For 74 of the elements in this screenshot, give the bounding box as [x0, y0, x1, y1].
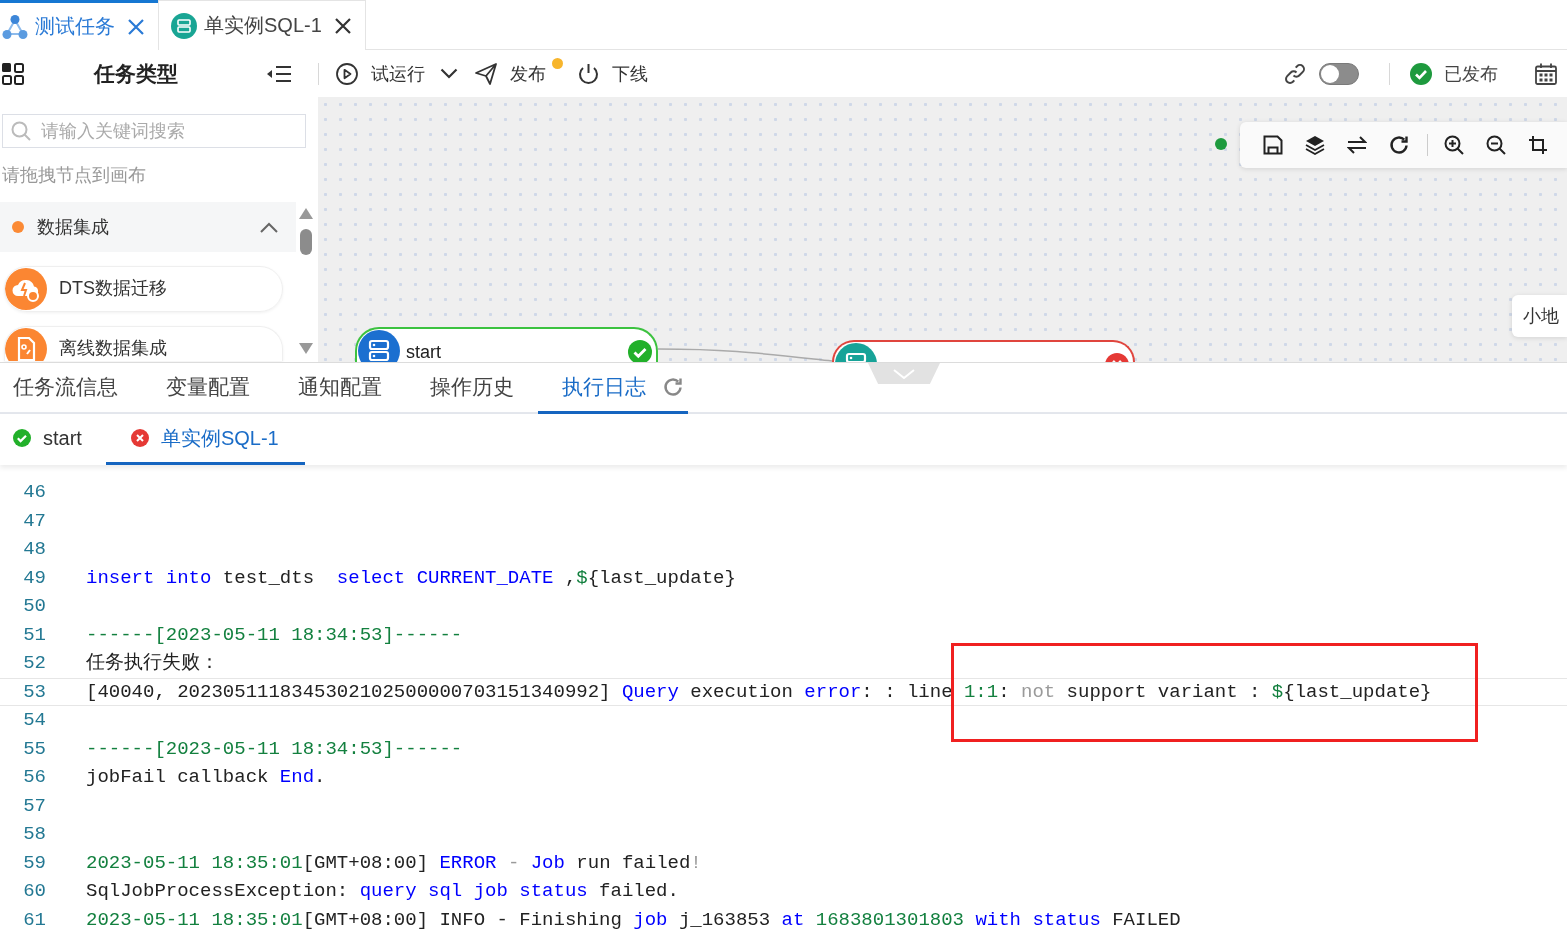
line-number: 51	[22, 622, 46, 648]
crop-icon[interactable]	[1528, 135, 1548, 155]
code-line: 任务执行失败：	[86, 651, 219, 676]
panel-tab[interactable]: 任务流信息	[0, 363, 142, 414]
play-icon	[336, 62, 358, 85]
line-number: 48	[22, 537, 46, 562]
code-line: [40040, 2023051118345302102500000703151340992] Query execution error: : line 1:1: not support variant : ${last_update}	[86, 679, 1432, 705]
line-number: 46	[22, 480, 46, 505]
code-line: 2023-05-11 18:35:01[GMT+08:00] INFO - Finishing job j_163853 at 1683801301803 with status FAILED	[86, 907, 1181, 933]
category-header[interactable]: 数据集成	[0, 202, 296, 252]
save-icon[interactable]	[1263, 135, 1283, 155]
panel-tab[interactable]: 执行日志	[538, 363, 688, 414]
line-number: 60	[22, 879, 46, 904]
nodes-icon	[2, 13, 28, 40]
calendar-icon[interactable]	[1535, 62, 1557, 85]
scrollbar-thumb[interactable]	[300, 229, 312, 255]
toolbar-button[interactable]: 下线	[578, 60, 648, 87]
line-number: 50	[22, 594, 46, 619]
zoom-out-icon[interactable]	[1486, 135, 1506, 155]
status-dot-icon	[1215, 138, 1227, 150]
line-number: 49	[22, 565, 46, 591]
code-line: ------[2023-05-11 18:34:53]------	[86, 622, 463, 648]
swap-icon[interactable]	[1347, 135, 1367, 155]
search-icon	[11, 121, 31, 141]
line-number: 52	[22, 651, 46, 676]
close-icon[interactable]	[333, 16, 352, 35]
collapse-menu-icon[interactable]	[267, 64, 291, 83]
database-icon	[171, 12, 197, 39]
search-field[interactable]: 请输入关键词搜索	[2, 114, 306, 148]
code-line: jobFail callback End.	[86, 765, 326, 790]
flow-node[interactable]	[832, 340, 1135, 362]
panel-tab[interactable]: 操作历史	[406, 363, 538, 414]
minimap-button[interactable]: 小地	[1512, 295, 1567, 337]
code-line: ------[2023-05-11 18:34:53]------	[86, 736, 463, 762]
node-tab[interactable]: 单实例SQL-1	[105, 414, 305, 465]
line-number: 55	[22, 736, 46, 762]
x-circle-icon	[130, 429, 149, 447]
hint-text: 请拖拽节点到画布	[2, 164, 146, 186]
line-number: 54	[22, 708, 46, 733]
scroll-down-icon[interactable]	[299, 343, 313, 354]
power-icon	[578, 62, 599, 85]
line-number: 61	[22, 907, 46, 933]
document-tab[interactable]: 测试任务	[0, 0, 158, 50]
panel-tab[interactable]: 变量配置	[142, 363, 274, 414]
line-number: 57	[22, 793, 46, 819]
chevron-down-icon	[893, 368, 915, 379]
bullet-icon	[12, 221, 24, 233]
panel-tab[interactable]: 通知配置	[274, 363, 406, 414]
status-text: 已发布	[1444, 62, 1498, 86]
layers-icon[interactable]	[1305, 135, 1325, 155]
link-icon[interactable]	[1284, 62, 1306, 85]
grid-icon	[2, 62, 24, 85]
line-number: 47	[22, 508, 46, 534]
line-number: 53	[22, 679, 46, 705]
flow-node[interactable]: start	[355, 327, 658, 362]
line-number: 56	[22, 765, 46, 790]
check-circle-icon	[13, 429, 31, 447]
scroll-up-icon[interactable]	[299, 208, 313, 219]
send-icon	[475, 62, 497, 85]
refresh-icon[interactable]	[1389, 135, 1409, 155]
toolbar-button[interactable]: 试运行	[336, 60, 458, 87]
code-line: SqlJobProcessException: query sql job status failed.	[86, 879, 679, 904]
zoom-in-icon[interactable]	[1444, 135, 1464, 155]
panel-title: 任务类型	[94, 60, 178, 87]
line-number: 58	[22, 822, 46, 847]
line-number: 59	[22, 850, 46, 876]
code-line: 2023-05-11 18:35:01[GMT+08:00] ERROR - Job run failed!	[86, 850, 702, 876]
cloud-icon	[5, 268, 47, 310]
node-tab[interactable]: start	[0, 414, 106, 465]
code-line: insert into test_dts select CURRENT_DATE ,${last_update}	[86, 565, 736, 591]
toggle-switch[interactable]	[1319, 62, 1359, 85]
toolbar-button[interactable]: 发布	[475, 60, 546, 87]
document-tab[interactable]: 单实例SQL-1	[158, 0, 366, 50]
check-circle-icon	[1410, 62, 1432, 85]
